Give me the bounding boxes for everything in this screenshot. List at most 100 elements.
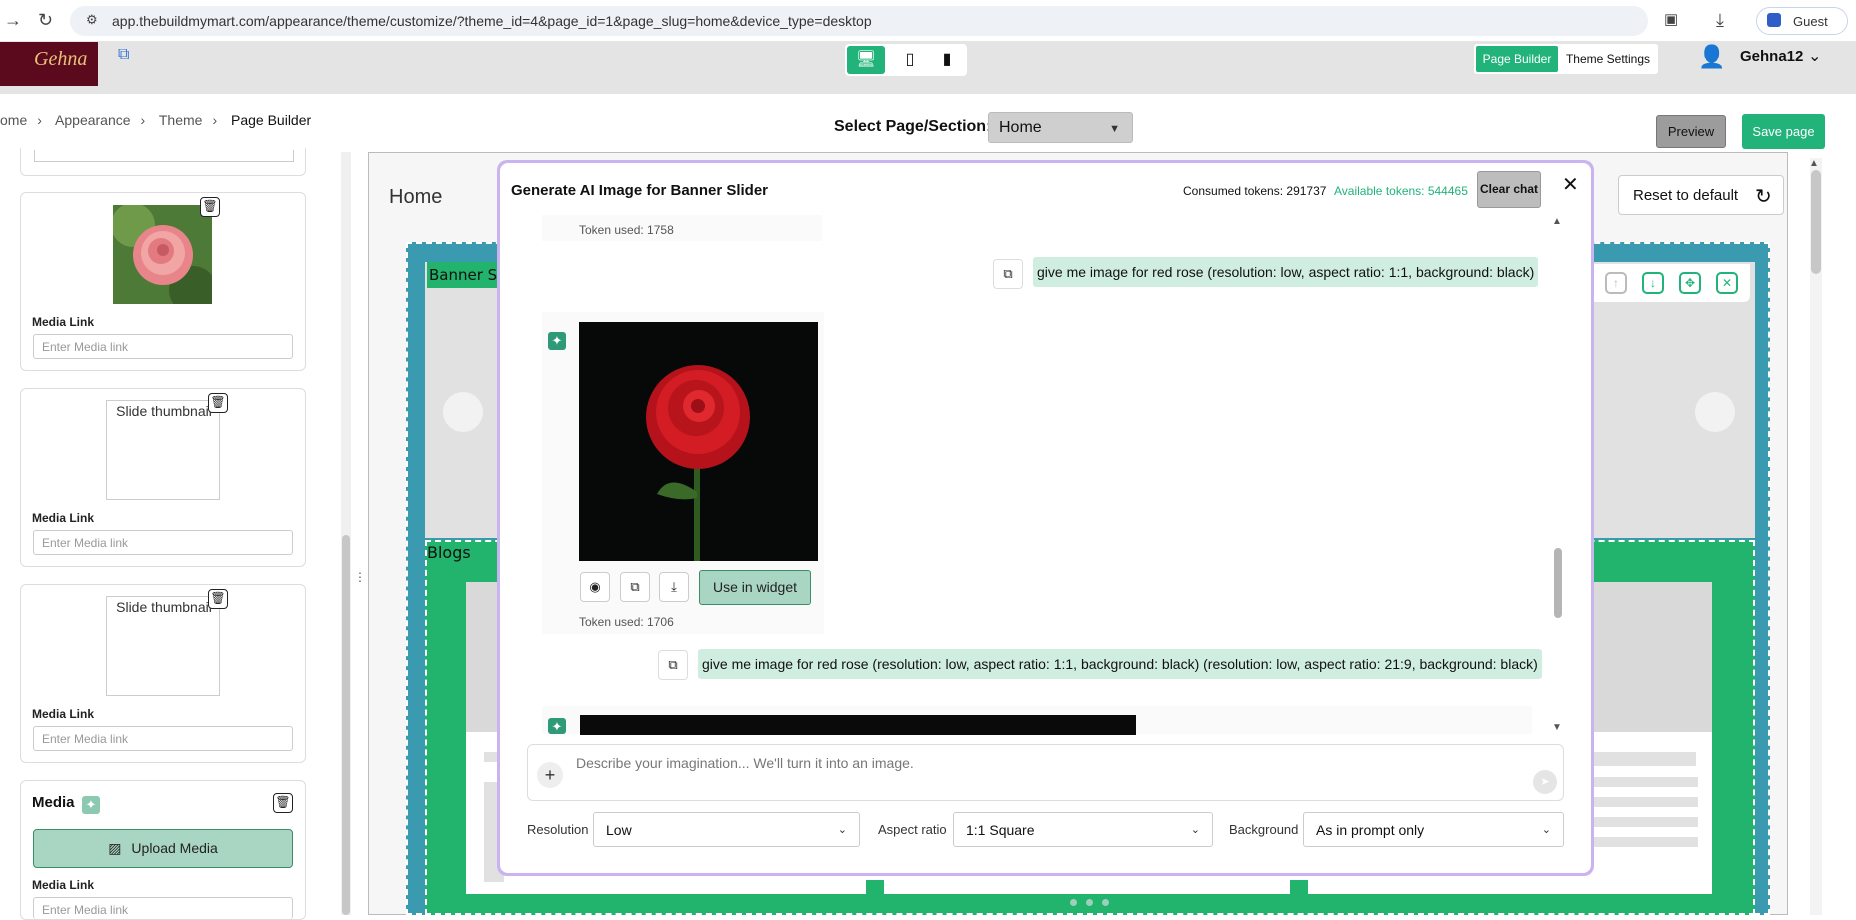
- user-name[interactable]: Gehna12: [1740, 48, 1803, 65]
- broken-image-alt: Slide thumbnail: [116, 599, 212, 615]
- available-tokens: Available tokens: 544465: [1334, 184, 1468, 198]
- chevron-down-icon: ⌄: [1190, 824, 1200, 836]
- external-link-icon[interactable]: ⧉: [118, 46, 129, 64]
- remove-widget-icon[interactable]: ✕: [1716, 272, 1738, 294]
- scroll-up-icon[interactable]: ▲: [1809, 158, 1819, 169]
- carousel-dot[interactable]: [1102, 899, 1109, 906]
- browser-menu-icon[interactable]: ⋮: [1848, 10, 1856, 30]
- ai-sparkle-icon[interactable]: ✦: [82, 796, 100, 814]
- add-attachment-button[interactable]: +: [537, 762, 563, 788]
- carousel-dots: [1068, 899, 1116, 909]
- use-in-widget-button[interactable]: Use in widget: [699, 570, 811, 605]
- profile-label: Guest: [1793, 14, 1828, 29]
- generated-image-red-rose[interactable]: [579, 322, 818, 561]
- theme-settings-button[interactable]: Theme Settings: [1560, 46, 1656, 72]
- mobile-view-button[interactable]: ▮: [932, 46, 962, 74]
- resize-handle-icon[interactable]: ⋮: [354, 570, 366, 584]
- save-page-button[interactable]: Save page: [1742, 114, 1825, 149]
- slider-prev-button[interactable]: [443, 392, 483, 432]
- send-icon[interactable]: ➤: [1533, 770, 1557, 794]
- chevron-down-icon[interactable]: ⌄: [1808, 46, 1821, 66]
- consumed-tokens: Consumed tokens: 291737: [1183, 184, 1327, 198]
- select-page-label: Select Page/Section:: [834, 118, 992, 135]
- delete-icon[interactable]: 🗑: [273, 793, 293, 813]
- scrollbar-thumb[interactable]: [1811, 170, 1821, 274]
- breadcrumb-home[interactable]: ome: [0, 112, 27, 128]
- blog-gap: [1290, 880, 1308, 895]
- scroll-up-icon[interactable]: ▲: [1552, 216, 1562, 227]
- site-settings-icon[interactable]: ⚙: [86, 12, 98, 28]
- copy-icon[interactable]: ⧉: [658, 650, 688, 680]
- placeholder-line: [1590, 797, 1698, 807]
- slider-next-button[interactable]: [1695, 392, 1735, 432]
- chevron-down-icon: ⌄: [1541, 824, 1551, 836]
- placeholder-line: [1590, 837, 1698, 847]
- scrollbar-thumb[interactable]: [342, 535, 350, 915]
- user-prompt: give me image for red rose (resolution: …: [698, 649, 1542, 679]
- reload-icon[interactable]: ↻: [38, 10, 53, 30]
- copy-icon[interactable]: ⧉: [993, 259, 1023, 289]
- delete-icon[interactable]: 🗑: [208, 393, 228, 413]
- aspect-ratio-select[interactable]: 1:1 Square ⌄: [953, 812, 1213, 847]
- tablet-view-button[interactable]: ▯: [895, 46, 925, 74]
- carousel-dot[interactable]: [1070, 899, 1077, 906]
- reset-label: Reset to default: [1633, 187, 1739, 204]
- resolution-select[interactable]: Low ⌄: [593, 812, 860, 847]
- close-icon[interactable]: ✕: [1562, 172, 1579, 197]
- generated-image[interactable]: [580, 715, 1136, 735]
- page-builder-button[interactable]: Page Builder: [1476, 46, 1558, 72]
- search-page-icon[interactable]: ▣: [1664, 10, 1678, 30]
- breadcrumb-appearance[interactable]: Appearance: [55, 112, 131, 128]
- breadcrumb-theme[interactable]: Theme: [159, 112, 203, 128]
- logo-text: Gehna: [34, 48, 88, 70]
- profile-button[interactable]: Guest: [1756, 7, 1848, 35]
- clear-chat-button[interactable]: Clear chat: [1477, 171, 1541, 208]
- download-icon[interactable]: ⤓: [659, 572, 689, 602]
- reset-to-default-button[interactable]: Reset to default ↻: [1618, 175, 1784, 215]
- chevron-right-icon: ›: [37, 112, 42, 128]
- upload-media-label: Upload Media: [131, 840, 218, 856]
- media-link-label: Media Link: [32, 315, 95, 329]
- prompt-input[interactable]: [527, 744, 1564, 801]
- media-link-label: Media Link: [32, 878, 95, 892]
- page-select[interactable]: Home ▼: [988, 112, 1133, 143]
- upload-media-button[interactable]: ▨ Upload Media: [33, 829, 293, 868]
- delete-icon[interactable]: 🗑: [208, 589, 228, 609]
- move-up-icon[interactable]: ↑: [1605, 272, 1627, 294]
- media-title: Media: [32, 794, 75, 811]
- desktop-view-button[interactable]: 🖥: [847, 46, 885, 74]
- download-icon[interactable]: ⤓: [1716, 10, 1724, 30]
- chat-scrollbar[interactable]: [1553, 216, 1563, 736]
- chevron-down-icon: ▼: [1109, 123, 1120, 135]
- preview-button[interactable]: Preview: [1656, 115, 1726, 148]
- scrollbar-thumb[interactable]: [1554, 548, 1562, 618]
- forward-icon[interactable]: →: [4, 10, 22, 30]
- page-select-value: Home: [999, 119, 1042, 136]
- blogs-label: Blogs: [427, 543, 471, 562]
- drag-move-icon[interactable]: ✥: [1679, 272, 1701, 294]
- brand-logo[interactable]: Gehna: [0, 42, 98, 86]
- modal-title: Generate AI Image for Banner Slider: [511, 182, 769, 199]
- aspect-ratio-value: 1:1 Square: [966, 822, 1035, 838]
- copy-icon[interactable]: ⧉: [620, 572, 650, 602]
- preview-eye-icon[interactable]: ◉: [580, 572, 610, 602]
- background-value: As in prompt only: [1316, 822, 1425, 838]
- background-select[interactable]: As in prompt only ⌄: [1303, 812, 1564, 847]
- media-link-input[interactable]: [34, 150, 294, 162]
- ai-sparkle-icon: ✦: [548, 332, 566, 350]
- placeholder-line: [1590, 752, 1696, 766]
- scroll-down-icon[interactable]: ▼: [1552, 722, 1562, 733]
- breadcrumb-current: Page Builder: [231, 112, 312, 128]
- media-link-input[interactable]: Enter Media link: [33, 726, 293, 751]
- user-avatar-icon[interactable]: 👤: [1698, 44, 1725, 70]
- media-link-input[interactable]: Enter Media link: [33, 897, 293, 919]
- delete-icon[interactable]: 🗑: [200, 197, 220, 217]
- ai-sparkle-icon: ✦: [548, 718, 566, 734]
- reset-icon: ↻: [1755, 186, 1772, 208]
- slide-thumbnail: [113, 205, 212, 304]
- media-link-input[interactable]: Enter Media link: [33, 530, 293, 555]
- broken-image-alt: Slide thumbnail: [116, 403, 212, 419]
- move-down-icon[interactable]: ↓: [1642, 272, 1664, 294]
- media-link-input[interactable]: Enter Media link: [33, 334, 293, 359]
- carousel-dot[interactable]: [1086, 899, 1093, 906]
